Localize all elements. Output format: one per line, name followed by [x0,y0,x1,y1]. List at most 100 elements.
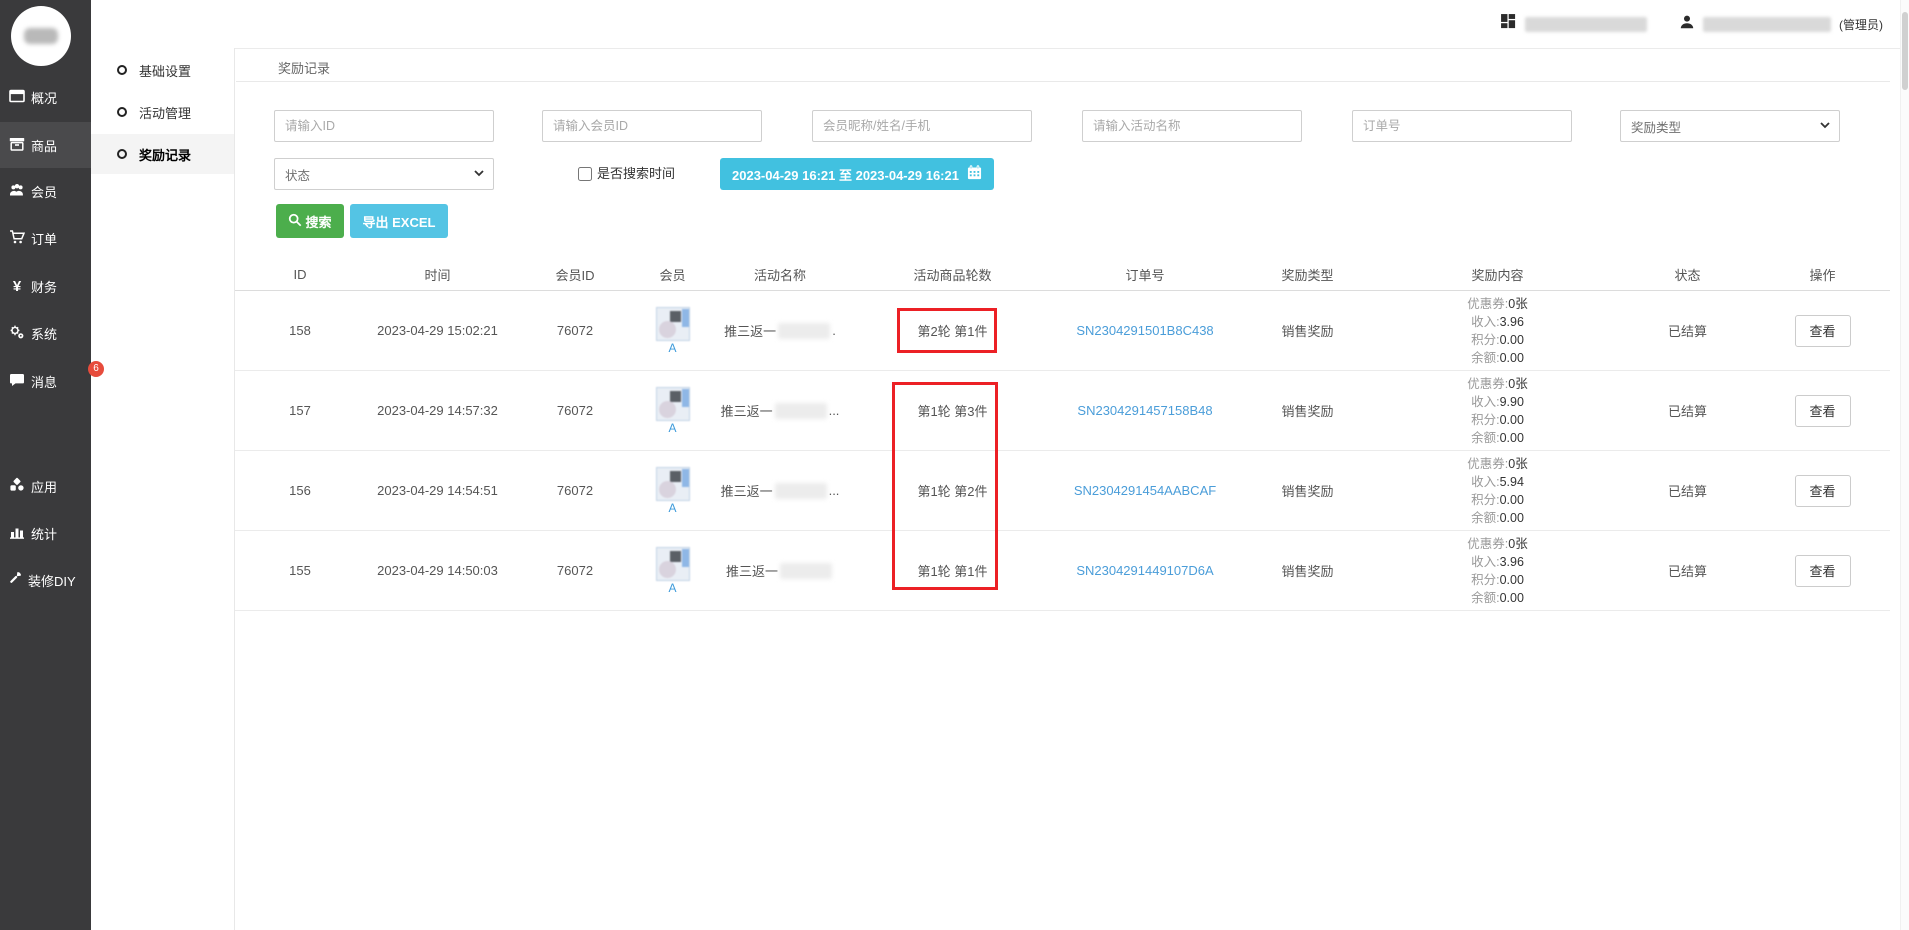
sidebar-item-diy[interactable]: 装修DIY [0,558,91,602]
view-button[interactable]: 查看 [1795,315,1851,347]
cell-rounds: 第2轮 第1件 [855,321,1050,340]
sidebar-item-label: 应用 [31,477,57,496]
member-initial[interactable]: A [668,582,676,595]
cell-action: 查看 [1755,315,1890,347]
sidebar-item-overview[interactable]: 概况 [0,75,91,119]
order-number-link[interactable]: SN2304291457158B48 [1077,403,1212,418]
cell-member: A [640,387,705,435]
cell-action: 查看 [1755,475,1890,507]
col-header-action: 操作 [1755,265,1890,284]
submenu-item-activity-management[interactable]: 活动管理 [91,92,234,132]
message-count-badge: 6 [88,361,104,377]
redacted-activity-name [778,323,830,339]
redacted-user-name [1703,17,1831,32]
submenu-item-reward-records[interactable]: 奖励记录 [91,134,234,174]
cell-order-no: SN2304291454AABCAF [1050,483,1240,498]
sidebar-item-stats[interactable]: 统计 [0,511,91,555]
submenu-item-basic-settings[interactable]: 基础设置 [91,50,234,90]
view-button[interactable]: 查看 [1795,475,1851,507]
reward-type-select[interactable]: 奖励类型 [1620,110,1840,142]
sidebar-item-apps[interactable]: 应用 [0,464,91,508]
view-button[interactable]: 查看 [1795,395,1851,427]
cell-activity: 推三返一 [705,561,855,580]
col-header-member: 会员 [640,265,705,284]
cell-member-id: 76072 [510,563,640,578]
member-avatar [656,467,690,501]
cell-member: A [640,547,705,595]
table-row: 157 2023-04-29 14:57:32 76072 A 推三返一... … [235,371,1890,451]
cell-id: 156 [235,483,365,498]
view-button[interactable]: 查看 [1795,555,1851,587]
order-number-link[interactable]: SN2304291449107D6A [1076,563,1213,578]
sidebar-item-members[interactable]: 会员 [0,169,91,213]
cell-member-id: 76072 [510,403,640,418]
title-divider [236,81,1890,82]
sidebar-item-finance[interactable]: ¥ 财务 [0,264,91,308]
sidebar-item-label: 装修DIY [28,571,76,590]
search-button[interactable]: 搜索 [276,204,344,238]
table-row: 155 2023-04-29 14:50:03 76072 A 推三返一 第1轮… [235,531,1890,611]
diy-icon [7,571,22,589]
member-initial[interactable]: A [668,502,676,515]
member-initial[interactable]: A [668,422,676,435]
cell-reward-content: 优惠券:0张 收入:5.94 积分:0.00 余额:0.00 [1375,455,1620,527]
col-header-activity: 活动名称 [705,265,855,284]
cell-id: 157 [235,403,365,418]
cell-time: 2023-04-29 14:57:32 [365,403,510,418]
redacted-activity-name [780,563,832,579]
date-range-button[interactable]: 2023-04-29 16:21 至 2023-04-29 16:21 [720,158,994,190]
cell-order-no: SN2304291501B8C438 [1050,323,1240,338]
order-number-link[interactable]: SN2304291454AABCAF [1074,483,1216,498]
member-id-input[interactable] [542,110,762,142]
search-button-label: 搜索 [305,212,331,231]
id-input[interactable] [274,110,494,142]
cell-activity: 推三返一... [705,481,855,500]
sidebar-item-messages[interactable]: 消息 6 [0,359,91,403]
sidebar-item-label: 订单 [31,229,57,248]
reward-records-table: ID 时间 会员ID 会员 活动名称 活动商品轮数 订单号 奖励类型 奖励内容 … [235,258,1890,611]
table-row: 156 2023-04-29 14:54:51 76072 A 推三返一... … [235,451,1890,531]
activity-name-input[interactable] [1082,110,1302,142]
cell-member-id: 76072 [510,483,640,498]
sidebar-item-label: 消息 [31,375,57,390]
cell-id: 158 [235,323,365,338]
cell-action: 查看 [1755,395,1890,427]
export-excel-label: 导出 EXCEL [363,212,436,231]
cell-status: 已结算 [1620,401,1755,420]
status-select[interactable]: 状态 [274,158,494,190]
export-excel-button[interactable]: 导出 EXCEL [350,204,448,238]
cell-member: A [640,467,705,515]
orders-icon [9,229,25,248]
apps-grid-icon[interactable] [1500,13,1517,35]
table-row: 158 2023-04-29 15:02:21 76072 A 推三返一. 第2… [235,291,1890,371]
circle-icon [117,149,127,159]
table-header-row: ID 时间 会员ID 会员 活动名称 活动商品轮数 订单号 奖励类型 奖励内容 … [235,258,1890,291]
cell-rounds: 第1轮 第2件 [855,481,1050,500]
cell-reward-content: 优惠券:0张 收入:9.90 积分:0.00 余额:0.00 [1375,375,1620,447]
goods-icon [9,136,25,155]
col-header-id: ID [235,267,365,282]
system-icon [9,324,25,343]
redacted-workspace-name [1525,17,1647,32]
workspace-avatar[interactable] [11,6,71,66]
cell-order-no: SN2304291449107D6A [1050,563,1240,578]
cell-member: A [640,307,705,355]
sidebar-item-goods[interactable]: 商品 [0,122,91,168]
finance-icon: ¥ [9,278,25,295]
search-time-checkbox[interactable] [578,167,592,181]
col-header-member-id: 会员ID [510,265,640,284]
cell-reward-type: 销售奖励 [1240,481,1375,500]
admin-role-suffix: (管理员) [1839,16,1883,33]
scrollbar-thumb[interactable] [1902,12,1908,90]
nickname-input[interactable] [812,110,1032,142]
order-number-link[interactable]: SN2304291501B8C438 [1076,323,1213,338]
member-avatar [656,307,690,341]
apps-icon [9,477,25,496]
member-initial[interactable]: A [668,342,676,355]
user-icon[interactable] [1679,14,1695,35]
order-no-input[interactable] [1352,110,1572,142]
sidebar-item-system[interactable]: 系统 [0,311,91,355]
sidebar-item-label: 概况 [31,88,57,107]
sidebar-item-orders[interactable]: 订单 [0,216,91,260]
search-time-label: 是否搜索时间 [597,158,675,190]
